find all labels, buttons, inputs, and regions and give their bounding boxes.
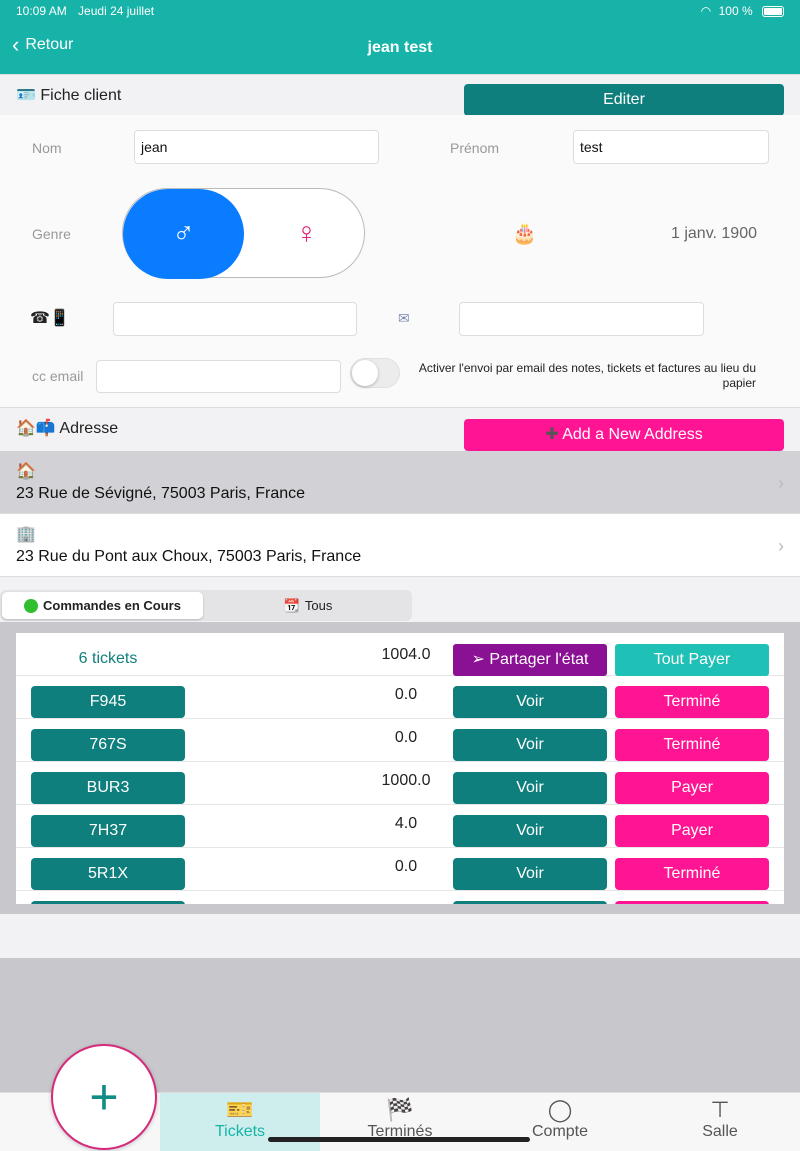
plus-icon: ✚ xyxy=(545,426,559,443)
id-card-icon: 🪪 xyxy=(16,87,36,104)
battery-icon xyxy=(762,6,784,18)
prenom-label: Prénom xyxy=(450,140,500,156)
client-form: Nom jean Prénom test Genre ♂ ♀ 🎂 1 janv.… xyxy=(0,115,800,407)
tickets-table: 6 tickets 1004.0 ➢ Partager l'état Tout … xyxy=(16,633,784,904)
view-button[interactable]: Voir xyxy=(453,729,607,761)
nom-label: Nom xyxy=(32,140,62,156)
address-row[interactable]: 🏠 23 Rue de Sévigné, 75003 Paris, France… xyxy=(0,451,800,514)
ticket-code-button[interactable]: 7H37 xyxy=(31,815,185,847)
nom-input[interactable]: jean xyxy=(134,130,379,164)
table-icon: ⊤ xyxy=(710,1097,730,1122)
phone-input[interactable] xyxy=(113,302,357,336)
page-title: jean test xyxy=(367,39,433,56)
pay-all-button[interactable]: Tout Payer xyxy=(615,644,769,676)
edit-button[interactable]: Editer xyxy=(464,84,784,116)
ticket-code-button[interactable]: F945 xyxy=(31,686,185,718)
gender-selector[interactable]: ♂ ♀ xyxy=(122,188,365,279)
female-icon: ♀ xyxy=(295,217,318,250)
client-section-title: 🪪 Fiche client xyxy=(16,87,122,104)
ticket-amount: 1000.0 xyxy=(381,772,431,789)
table-row: 767S 0.0 Voir Terminé xyxy=(16,719,784,762)
ticket-code-button[interactable]: 5R1X xyxy=(31,858,185,890)
ticket-action-button[interactable]: Terminé xyxy=(615,686,769,718)
table-row: 7H37 4.0 Voir Payer xyxy=(16,805,784,848)
green-circle-icon xyxy=(24,598,38,613)
checkered-flag-icon: 🏁 xyxy=(386,1097,414,1122)
ticket-action-button[interactable]: Terminé xyxy=(615,858,769,890)
address-text: 23 Rue de Sévigné, 75003 Paris, France xyxy=(16,485,306,502)
person-circle-icon: ◯ xyxy=(547,1097,573,1122)
view-button-partial[interactable] xyxy=(453,901,607,904)
ticket-action-button-partial[interactable] xyxy=(615,901,769,904)
tab-compte[interactable]: ◯ Compte xyxy=(480,1093,640,1151)
view-button[interactable]: Voir xyxy=(453,686,607,718)
prenom-input[interactable]: test xyxy=(573,130,769,164)
birthday-value[interactable]: 1 janv. 1900 xyxy=(620,225,757,243)
segment-tous[interactable]: 📆 Tous xyxy=(206,592,410,619)
cc-email-input[interactable] xyxy=(96,360,341,393)
ticket-action-button[interactable]: Terminé xyxy=(615,729,769,761)
genre-label: Genre xyxy=(32,226,71,242)
cc-email-label: cc email xyxy=(32,368,84,384)
client-section-header: 🪪 Fiche client Editer xyxy=(0,74,800,116)
address-section-header: 🏠📫 Adresse ✚ Add a New Address xyxy=(0,407,800,451)
ticket-amount: 0.0 xyxy=(394,858,418,875)
email-icon: ✉ xyxy=(398,310,410,326)
email-toggle-description: Activer l'envoi par email des notes, tic… xyxy=(418,361,756,390)
status-bar: 10:09 AM Jeudi 24 juillet ◠ 100 % xyxy=(16,4,784,20)
house-mailbox-icon: 🏠📫 xyxy=(16,420,56,437)
tab-salle[interactable]: ⊤ Salle xyxy=(640,1093,800,1151)
view-button[interactable]: Voir xyxy=(453,858,607,890)
status-time: 10:09 AM xyxy=(16,4,67,18)
add-ticket-button[interactable]: + xyxy=(51,1044,157,1150)
male-option[interactable]: ♂ xyxy=(123,189,244,279)
home-indicator xyxy=(268,1137,530,1142)
add-address-button[interactable]: ✚ Add a New Address xyxy=(464,419,784,451)
battery-percent: 100 % xyxy=(718,4,753,18)
tickets-summary-row: 6 tickets 1004.0 ➢ Partager l'état Tout … xyxy=(16,633,784,676)
lower-panel xyxy=(0,914,800,958)
ticket-amount: 0.0 xyxy=(394,686,418,703)
table-row-partial xyxy=(16,891,784,904)
tickets-total: 1004.0 xyxy=(381,646,431,663)
plus-icon: + xyxy=(89,1069,119,1125)
table-row: F945 0.0 Voir Terminé xyxy=(16,676,784,719)
ticket-code-button[interactable]: BUR3 xyxy=(31,772,185,804)
calendar-icon: 📆 xyxy=(283,597,300,613)
view-button[interactable]: Voir xyxy=(453,815,607,847)
address-text: 23 Rue du Pont aux Choux, 75003 Paris, F… xyxy=(16,548,362,565)
phone-icon: ☎📱 xyxy=(30,310,70,327)
ticket-icon: 🎫 xyxy=(226,1097,254,1122)
office-building-icon: 🏢 xyxy=(16,526,36,543)
chevron-right-icon: › xyxy=(778,536,784,556)
ticket-action-button[interactable]: Payer xyxy=(615,815,769,847)
tab-tickets[interactable]: 🎫 Tickets xyxy=(160,1093,320,1151)
tab-termines[interactable]: 🏁 Terminés xyxy=(320,1093,480,1151)
address-row[interactable]: 🏢 23 Rue du Pont aux Choux, 75003 Paris,… xyxy=(0,514,800,577)
house-icon: 🏠 xyxy=(16,463,36,480)
email-toggle[interactable] xyxy=(350,358,400,388)
ticket-count: 6 tickets xyxy=(78,650,138,667)
male-icon: ♂ xyxy=(172,217,195,250)
ticket-action-button[interactable]: Payer xyxy=(615,772,769,804)
top-bar: 10:09 AM Jeudi 24 juillet ◠ 100 % ‹ Reto… xyxy=(0,0,800,74)
ticket-code-button[interactable]: 767S xyxy=(31,729,185,761)
female-option[interactable]: ♀ xyxy=(248,189,365,279)
status-date: Jeudi 24 juillet xyxy=(78,4,155,18)
email-input[interactable] xyxy=(459,302,704,336)
wifi-icon: ◠ xyxy=(700,4,712,18)
ticket-amount: 4.0 xyxy=(394,815,418,832)
chevron-right-icon: › xyxy=(778,473,784,493)
table-row: 5R1X 0.0 Voir Terminé xyxy=(16,848,784,891)
table-row: BUR3 1000.0 Voir Payer xyxy=(16,762,784,805)
ticket-code-button-partial[interactable] xyxy=(31,901,185,904)
paper-plane-icon: ➢ xyxy=(471,651,485,668)
birthday-cake-icon: 🎂 xyxy=(512,223,537,245)
share-state-button[interactable]: ➢ Partager l'état xyxy=(453,644,607,676)
ticket-amount: 0.0 xyxy=(394,729,418,746)
orders-segmented-control: Commandes en Cours 📆 Tous xyxy=(0,590,412,621)
view-button[interactable]: Voir xyxy=(453,772,607,804)
address-section-title: 🏠📫 Adresse xyxy=(16,420,119,437)
segment-commandes-en-cours[interactable]: Commandes en Cours xyxy=(2,592,203,619)
